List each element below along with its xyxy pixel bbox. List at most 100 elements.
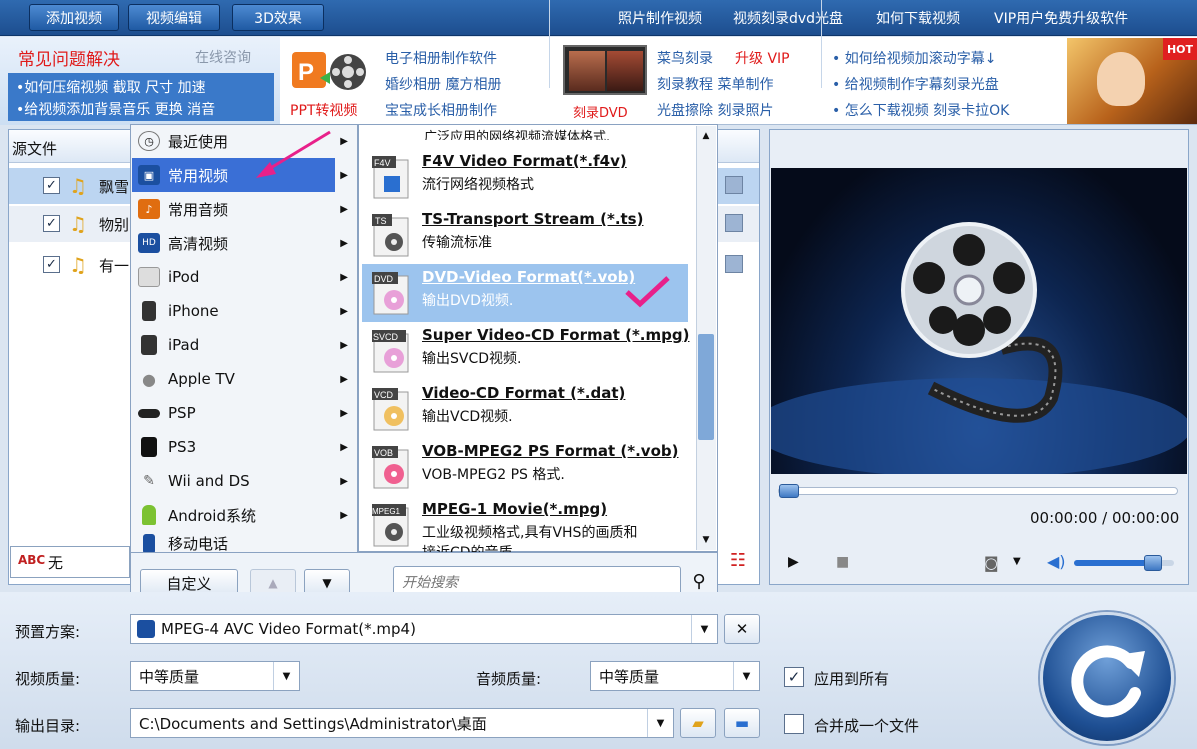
category-psp[interactable]: PSP ▶ (132, 396, 356, 430)
category-label: PS3 (168, 438, 197, 456)
file-checkbox[interactable]: ✓ (43, 215, 60, 232)
format-item-mpeg1[interactable]: MPEG1 MPEG-1 Movie(*.mpg) 工业级视频格式,具有VHS的… (362, 496, 688, 552)
svg-text:VCD: VCD (374, 390, 394, 400)
apply-all-checkbox[interactable]: ✓ (784, 667, 804, 687)
psp-icon (138, 408, 160, 418)
tip-link-1[interactable]: • 如何给视频加滚动字幕↓ (832, 48, 996, 68)
tip-link-2[interactable]: • 给视频制作字幕刻录光盘 (832, 74, 999, 94)
delete-list-icon[interactable]: ☷ (726, 550, 750, 574)
add-video-button[interactable]: 添加视频 (29, 4, 119, 31)
category-audio[interactable]: ♪ 常用音频 ▶ (132, 192, 356, 226)
album-link-1[interactable]: 电子相册制作软件 (385, 48, 497, 68)
burn-dvd-label[interactable]: 刻录DVD (573, 102, 628, 121)
chevron-down-icon[interactable]: ▼ (273, 662, 299, 690)
tip-link-3[interactable]: • 怎么下载视频 刻录卡拉OK (832, 100, 1009, 120)
preview-screen (751, 168, 1191, 478)
browse-folder-button[interactable]: ▰ (680, 708, 716, 738)
submenu-arrow-icon: ▶ (340, 169, 348, 181)
preset-select[interactable]: MPEG-4 AVC Video Format(*.mp4) ▼ (130, 614, 718, 644)
chevron-down-icon[interactable]: ▼ (691, 615, 717, 643)
faq-title[interactable]: 常见问题解决 (18, 45, 120, 70)
online-consult-link[interactable]: 在线咨询 (195, 47, 251, 67)
submenu-arrow-icon: ▶ (340, 441, 348, 453)
chevron-down-icon[interactable]: ▼ (647, 709, 673, 737)
subtitle-value: 无 (48, 554, 64, 572)
output-dir-value: C:\Documents and Settings\Administrator\… (139, 714, 487, 733)
video-quality-value: 中等质量 (139, 667, 200, 686)
play-icon[interactable]: ▶ (788, 554, 799, 570)
clock-icon: ◷ (138, 131, 160, 151)
source-file-column[interactable]: 源文件 (12, 138, 57, 159)
video-icon: ▣ (138, 165, 160, 185)
format-item-ts[interactable]: TS TS-Transport Stream (*.ts) 传输流标准 (362, 206, 688, 262)
apple-icon: ● (142, 369, 156, 389)
film-reel-icon (751, 222, 1191, 478)
video-quality-select[interactable]: 中等质量 ▼ (130, 661, 300, 691)
game-ad-banner[interactable]: HOT (1067, 38, 1197, 124)
ppt-to-video-link[interactable]: PPT转视频 (290, 100, 357, 120)
album-link-2[interactable]: 婚纱相册 魔方相册 (385, 74, 501, 94)
file-settings-icon[interactable] (725, 255, 743, 273)
burn-link-rookie[interactable]: 菜鸟刻录 (657, 48, 713, 68)
volume-slider[interactable] (1074, 555, 1174, 571)
category-android[interactable]: Android系统 ▶ (132, 498, 356, 532)
category-iphone[interactable]: iPhone ▶ (132, 294, 356, 328)
category-mobile[interactable]: 移动电话 (132, 532, 356, 554)
video-quality-label: 视频质量: (15, 670, 81, 688)
file-settings-icon[interactable] (725, 176, 743, 194)
mpeg1-format-icon: MPEG1 (370, 502, 414, 548)
scroll-thumb[interactable] (698, 334, 714, 440)
hd-icon: HD (138, 233, 160, 253)
dvd-thumbnail[interactable] (563, 45, 647, 95)
top-link-download[interactable]: 如何下载视频 (876, 8, 960, 28)
volume-icon[interactable]: ◀) (1047, 552, 1066, 571)
open-folder-button[interactable]: ▬ (724, 708, 760, 738)
category-wii[interactable]: ✎ Wii and DS ▶ (132, 464, 356, 498)
preset-settings-button[interactable]: ✕ (724, 614, 760, 644)
top-link-vip[interactable]: VIP用户免费升级软件 (994, 8, 1128, 28)
upgrade-vip-link[interactable]: 升级 VIP (735, 48, 790, 68)
folder-icon: ▰ (692, 714, 704, 732)
time-readout: 00:00:00 / 00:00:00 (1030, 509, 1180, 527)
format-item-f4v[interactable]: F4V F4V Video Format(*.f4v) 流行网络视频格式 (362, 148, 688, 204)
category-appletv[interactable]: ● Apple TV ▶ (132, 362, 356, 396)
pointer-arrow-annotation (256, 130, 331, 178)
camera-dropdown-icon[interactable]: ▼ (1013, 556, 1021, 567)
ps3-icon (141, 437, 157, 457)
format-item-svcd[interactable]: SVCD Super Video-CD Format (*.mpg) 输出SVC… (362, 322, 689, 378)
stop-icon[interactable]: ■ (836, 554, 849, 570)
scroll-up-arrow-icon[interactable]: ▲ (698, 128, 714, 144)
burn-link-tutorial[interactable]: 刻录教程 菜单制作 (657, 74, 773, 94)
scroll-down-arrow-icon[interactable]: ▼ (698, 532, 714, 548)
album-link-3[interactable]: 宝宝成长相册制作 (385, 100, 497, 120)
category-ipad[interactable]: iPad ▶ (132, 328, 356, 362)
category-ipod[interactable]: iPod ▶ (132, 260, 356, 294)
seek-slider[interactable] (778, 484, 1178, 498)
volume-thumb[interactable] (1143, 555, 1162, 571)
android-icon (142, 505, 156, 525)
category-hd[interactable]: HD 高清视频 ▶ (132, 226, 356, 260)
merge-checkbox[interactable] (784, 714, 804, 734)
format-item-vcd[interactable]: VCD Video-CD Format (*.dat) 输出VCD视频. (362, 380, 688, 436)
output-dir-select[interactable]: C:\Documents and Settings\Administrator\… (130, 708, 674, 738)
camera-icon[interactable]: ◙ (984, 554, 999, 572)
ppt-icon[interactable]: P (290, 48, 370, 94)
phone-icon (143, 534, 155, 554)
category-ps3[interactable]: PS3 ▶ (132, 430, 356, 464)
chevron-down-icon[interactable]: ▼ (733, 662, 759, 690)
file-settings-icon[interactable] (725, 214, 743, 232)
file-checkbox[interactable]: ✓ (43, 256, 60, 273)
faq-line-1[interactable]: •如何压缩视频 截取 尺寸 加速 (16, 77, 206, 97)
faq-line-2[interactable]: •给视频添加背景音乐 更换 消音 (16, 99, 215, 119)
svg-text:P: P (298, 59, 314, 86)
file-checkbox[interactable]: ✓ (43, 177, 60, 194)
music-note-icon: ♫ (69, 212, 87, 236)
format-item-vob[interactable]: VOB VOB-MPEG2 PS Format (*.vob) VOB-MPEG… (362, 438, 688, 494)
edit-video-button[interactable]: 视频编辑 (128, 4, 220, 31)
convert-button[interactable] (1040, 612, 1174, 744)
seek-thumb[interactable] (779, 484, 799, 498)
burn-link-erase[interactable]: 光盘擦除 刻录照片 (657, 100, 773, 120)
format-desc: VOB-MPEG2 PS 格式. (422, 467, 565, 483)
audio-quality-select[interactable]: 中等质量 ▼ (590, 661, 760, 691)
format-title: Video-CD Format (*.dat) (422, 384, 626, 402)
